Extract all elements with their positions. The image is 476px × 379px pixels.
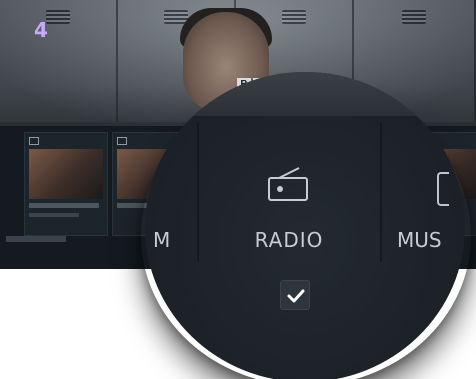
radio-checkbox[interactable] [280, 280, 310, 310]
programme-title-line [29, 203, 99, 208]
programme-subtitle-line [29, 213, 79, 217]
radio-icon [268, 167, 308, 201]
programme-thumbnail [29, 149, 103, 199]
radio-category-label[interactable]: RADIO [245, 228, 333, 252]
strip-footer-bar [6, 236, 66, 242]
tv-icon [117, 137, 127, 145]
channel4-logo: 4 [34, 18, 48, 42]
magnifier-top-band [145, 72, 465, 116]
magnifier-lens: M RADIO MUS [145, 72, 465, 379]
category-label-partial-left[interactable]: M [153, 228, 170, 252]
category-divider [197, 122, 199, 262]
programme-tile[interactable] [24, 132, 108, 236]
category-divider [380, 122, 382, 262]
check-icon [287, 289, 305, 303]
screenshot-stage: 4 B B C [0, 0, 476, 379]
music-icon [437, 172, 449, 206]
tv-icon [29, 137, 39, 145]
category-label-partial-right[interactable]: MUS [397, 228, 442, 252]
